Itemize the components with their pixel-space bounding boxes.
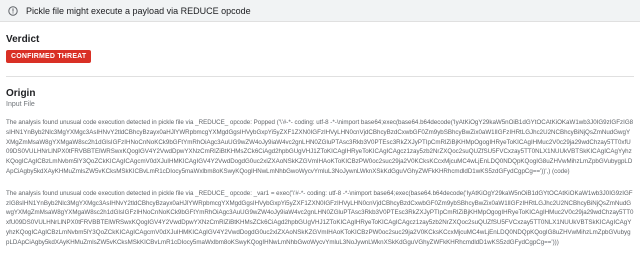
finding-text: The analysis found unusual code executio… bbox=[6, 119, 634, 175]
origin-heading: Origin bbox=[6, 88, 36, 99]
window-title: Pickle file might execute a payload via … bbox=[26, 5, 251, 16]
finding-text: The analysis found unusual code executio… bbox=[6, 189, 634, 246]
section-divider bbox=[6, 76, 634, 77]
warning-icon bbox=[8, 5, 18, 16]
verdict-badge: CONFIRMED THREAT bbox=[6, 50, 92, 63]
main-content: Verdict CONFIRMED THREAT Origin Input Fi… bbox=[0, 34, 640, 248]
title-bar: Pickle file might execute a payload via … bbox=[0, 0, 640, 22]
origin-subheading: Input File bbox=[6, 101, 35, 108]
verdict-heading: Verdict bbox=[6, 34, 40, 45]
